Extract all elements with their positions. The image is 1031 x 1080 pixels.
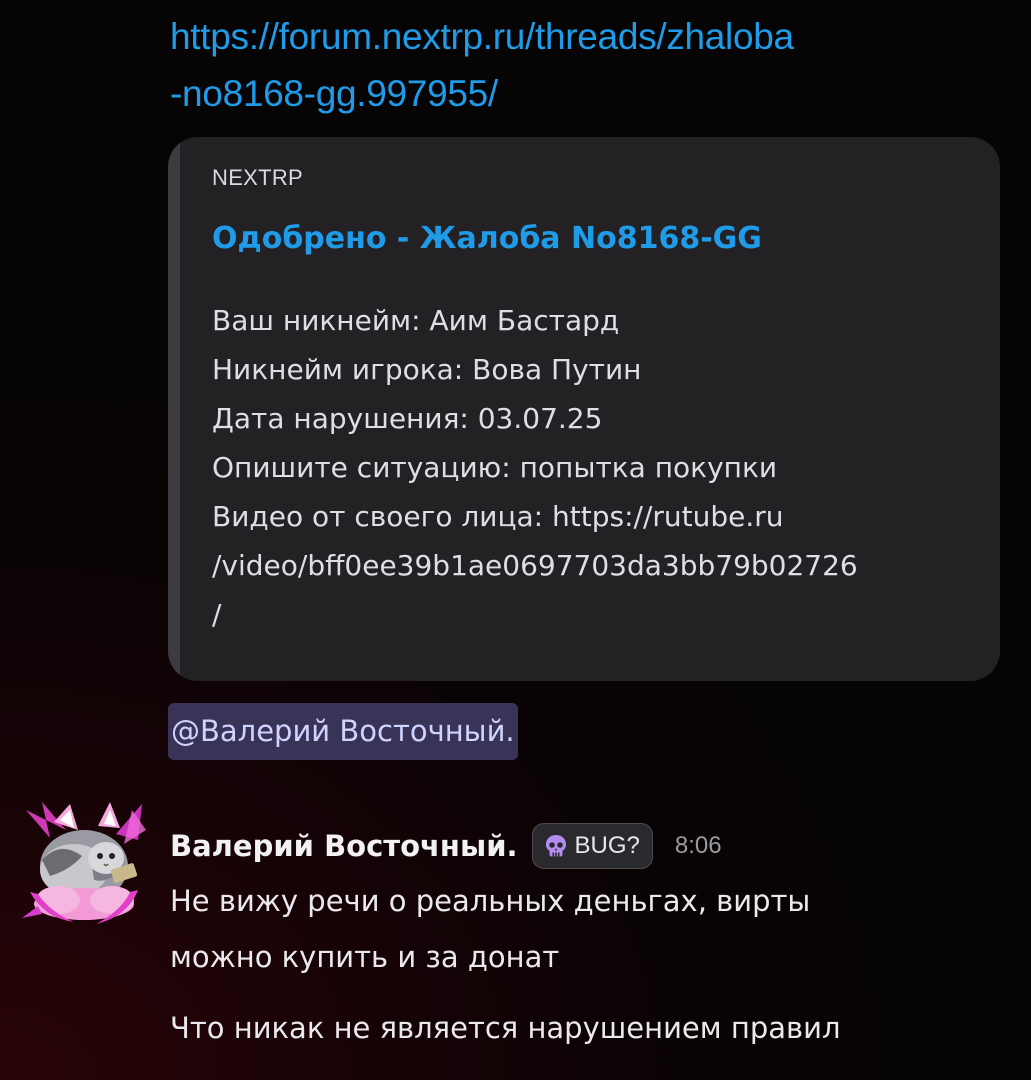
embed-desc-line: Опишите ситуацию: попытка покупки	[212, 451, 778, 484]
embed-title-link[interactable]: Одобрено - Жалоба No8168-GG	[212, 221, 762, 256]
message-line: Не вижу речи о реальных деньгах, вирты	[170, 884, 811, 918]
embed-desc-line: /	[212, 598, 222, 631]
cat-avatar-image	[22, 802, 146, 924]
link-line-1: https://forum.nextrp.ru/threads/zhaloba	[170, 16, 794, 57]
embed-desc-line: Видео от своего лица: https://rutube.ru	[212, 500, 784, 533]
embed-desc-line: Дата нарушения: 03.07.25	[212, 402, 603, 435]
forum-thread-link[interactable]: https://forum.nextrp.ru/threads/zhaloba …	[170, 8, 990, 122]
role-badge[interactable]: BUG?	[531, 823, 653, 869]
embed-desc-line: Ваш никнейм: Аим Бастард	[212, 304, 620, 337]
link-embed-card: NEXTRP Одобрено - Жалоба No8168-GG Ваш н…	[168, 137, 1000, 681]
message-timestamp: 8:06	[674, 832, 722, 859]
user-mention[interactable]: @Валерий Восточный.	[168, 703, 518, 760]
message-header: Валерий Восточный. BUG? 8:06	[170, 818, 722, 874]
message-body: Не вижу речи о реальных деньгах, вирты м…	[170, 873, 1010, 985]
link-line-2: -no8168-gg.997955/	[170, 73, 498, 114]
message-line: можно купить и за донат	[170, 940, 560, 974]
embed-description: Ваш никнейм: Аим Бастард Никнейм игрока:…	[212, 296, 982, 639]
embed-accent-bar	[168, 137, 180, 681]
badge-label: BUG?	[574, 832, 640, 859]
embed-desc-line: Никнейм игрока: Вова Путин	[212, 353, 642, 386]
skull-icon	[545, 835, 566, 857]
message-body-followup: Что никак не является нарушением правил	[170, 1000, 1010, 1056]
avatar[interactable]	[20, 800, 148, 928]
message-line: Что никак не является нарушением правил	[170, 1011, 841, 1045]
author-name[interactable]: Валерий Восточный.	[170, 829, 518, 863]
embed-desc-line: /video/bff0ee39b1ae0697703da3bb79b02726	[212, 549, 858, 582]
embed-provider: NEXTRP	[212, 165, 304, 190]
